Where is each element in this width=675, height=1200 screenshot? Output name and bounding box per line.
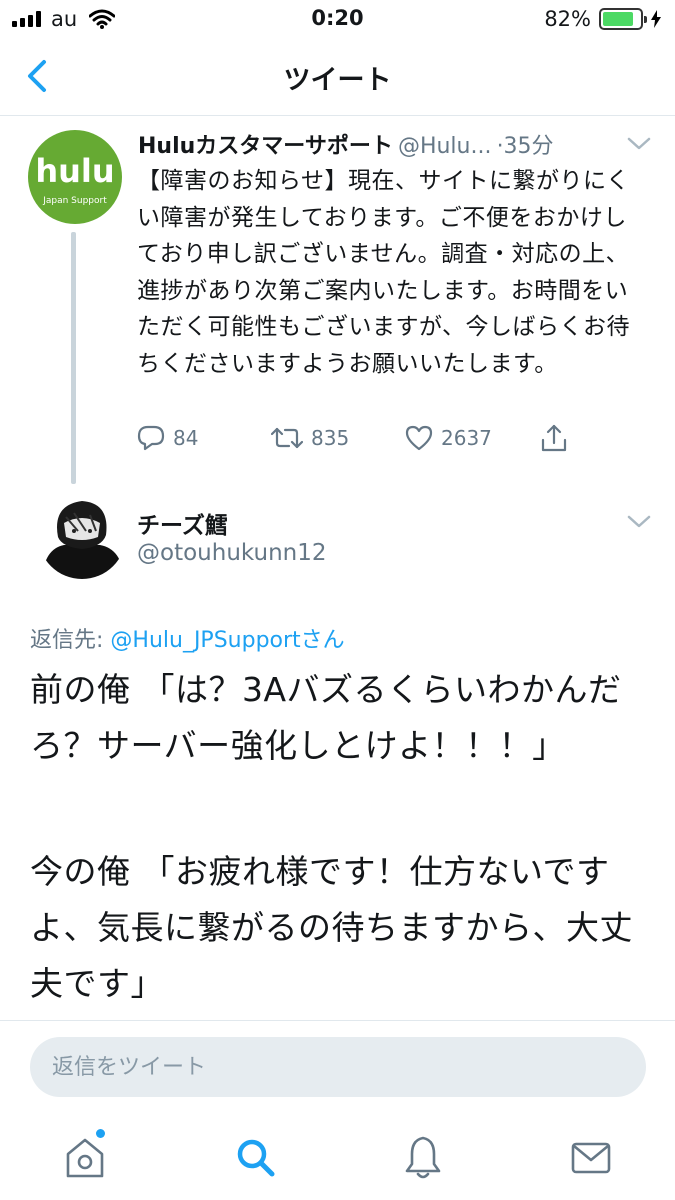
reply-text-paragraph-2: 今の俺 「お疲れ様です！仕方ないですよ、気長に繋がるの待ちますから、大丈夫です」 xyxy=(30,852,633,1003)
status-bar: au 0:20 82% xyxy=(0,0,675,40)
parent-tweet-handle[interactable]: @Hulu... xyxy=(398,134,492,159)
retweet-button[interactable]: 835 xyxy=(271,418,349,458)
reply-to-prefix: 返信先: xyxy=(30,628,111,653)
battery-percent: 82% xyxy=(544,7,591,31)
like-count: 2637 xyxy=(441,426,492,450)
like-button[interactable]: 2637 xyxy=(405,418,492,458)
parent-tweet-author-name[interactable]: Huluカスタマーサポート xyxy=(138,134,393,159)
reply-count: 84 xyxy=(173,426,199,450)
home-icon[interactable] xyxy=(60,1132,110,1182)
thread-line xyxy=(71,232,76,484)
parent-tweet-actions: 84 835 2637 xyxy=(137,418,657,458)
notification-dot xyxy=(96,1129,105,1138)
page-title: ツイート xyxy=(283,65,392,96)
avatar-logo-subtext: Japan Support xyxy=(43,196,107,206)
reply-author-name[interactable]: チーズ鱈 xyxy=(137,506,228,540)
reply-button[interactable]: 84 xyxy=(137,418,198,458)
retweet-icon xyxy=(271,427,303,449)
share-button[interactable] xyxy=(539,418,569,458)
charging-icon xyxy=(651,10,661,28)
chevron-down-icon[interactable] xyxy=(626,514,652,530)
reply-input[interactable] xyxy=(30,1037,646,1097)
reply-bar xyxy=(0,1020,675,1116)
reply-text-paragraph-1: 前の俺 「は？3Aバズるくらいわかんだろ？サーバー強化しとけよ！！！」 xyxy=(30,670,622,765)
chevron-down-icon[interactable] xyxy=(626,136,652,152)
reply-to-line: 返信先: @Hulu_JPSupportさん xyxy=(30,622,345,654)
reply-icon xyxy=(137,425,165,451)
nav-bar: ツイート xyxy=(0,40,675,116)
share-icon xyxy=(541,424,567,452)
user-avatar-image xyxy=(38,491,126,579)
heart-icon xyxy=(405,425,433,451)
retweet-count: 835 xyxy=(311,426,350,450)
avatar-logo-text: hulu xyxy=(35,152,115,190)
battery-fill xyxy=(603,12,633,26)
reply-to-mention-link[interactable]: @Hulu_JPSupportさん xyxy=(110,628,344,653)
parent-tweet-time: ·35分 xyxy=(496,134,554,159)
search-icon[interactable] xyxy=(230,1132,280,1182)
parent-tweet-text: 【障害のお知らせ】現在、サイトに繋がりにくい障害が発生しております。ご不便をおか… xyxy=(137,168,631,377)
user-avatar[interactable] xyxy=(38,491,126,579)
mail-icon[interactable] xyxy=(566,1132,616,1182)
hulu-avatar[interactable]: hulu Japan Support xyxy=(28,130,122,224)
battery-icon xyxy=(599,8,647,30)
tab-bar xyxy=(0,1116,675,1200)
status-right: 82% xyxy=(544,6,661,32)
reply-author-handle[interactable]: @otouhukunn12 xyxy=(137,540,327,566)
parent-tweet-header: Huluカスタマーサポート @Hulu... ·35分 xyxy=(138,128,658,160)
bell-icon[interactable] xyxy=(398,1132,448,1182)
